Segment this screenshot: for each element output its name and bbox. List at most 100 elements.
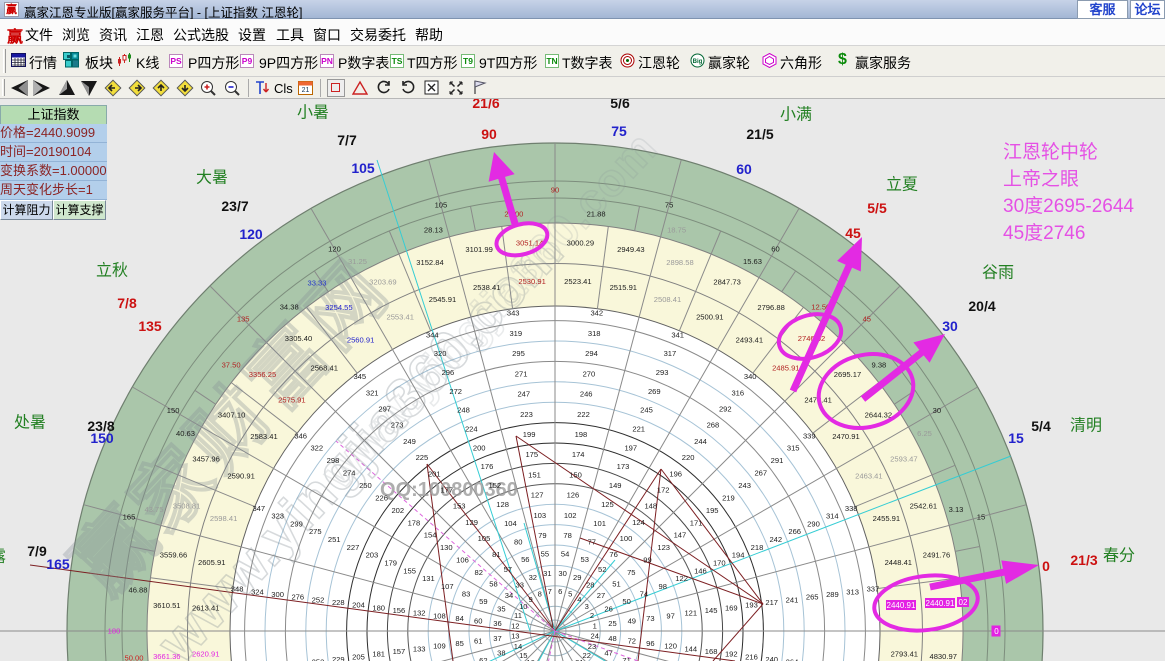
- svg-text:324: 324: [251, 587, 264, 596]
- svg-text:02: 02: [959, 598, 968, 607]
- svg-text:226: 226: [375, 493, 388, 502]
- svg-text:337: 337: [867, 585, 880, 594]
- svg-text:18.75: 18.75: [667, 226, 686, 235]
- svg-text:165: 165: [46, 556, 70, 572]
- svg-text:2605.91: 2605.91: [198, 558, 225, 567]
- svg-text:21/3: 21/3: [1070, 552, 1097, 568]
- svg-text:276: 276: [291, 593, 304, 602]
- svg-text:29: 29: [573, 573, 581, 582]
- svg-text:33: 33: [515, 581, 523, 590]
- svg-text:8: 8: [538, 590, 542, 599]
- svg-text:61: 61: [474, 637, 482, 646]
- svg-text:120: 120: [239, 226, 263, 242]
- svg-text:12: 12: [511, 621, 519, 630]
- svg-text:196: 196: [669, 469, 682, 478]
- svg-text:小满: 小满: [780, 106, 812, 124]
- svg-text:175: 175: [525, 450, 538, 459]
- svg-text:2440.91: 2440.91: [926, 599, 955, 608]
- svg-text:10: 10: [519, 602, 527, 611]
- svg-text:2448.41: 2448.41: [885, 558, 912, 567]
- svg-text:3356.25: 3356.25: [249, 370, 276, 379]
- svg-text:2553.41: 2553.41: [386, 313, 413, 322]
- svg-text:316: 316: [731, 388, 744, 397]
- svg-text:150: 150: [569, 470, 582, 479]
- svg-text:106: 106: [456, 556, 469, 565]
- svg-text:7/7: 7/7: [337, 132, 357, 148]
- svg-text:273: 273: [391, 421, 404, 430]
- svg-text:45: 45: [845, 225, 861, 241]
- svg-text:2590.91: 2590.91: [227, 472, 254, 481]
- svg-text:197: 197: [624, 443, 637, 452]
- svg-text:342: 342: [590, 309, 603, 318]
- svg-text:2545.91: 2545.91: [429, 295, 456, 304]
- svg-text:156: 156: [393, 606, 406, 615]
- svg-text:243: 243: [738, 481, 751, 490]
- svg-text:323: 323: [271, 512, 284, 521]
- svg-text:0: 0: [994, 627, 999, 636]
- svg-text:2949.43: 2949.43: [617, 245, 644, 254]
- svg-text:344: 344: [426, 330, 439, 339]
- svg-text:84: 84: [455, 614, 463, 623]
- svg-text:145: 145: [705, 606, 718, 615]
- svg-text:47: 47: [604, 649, 612, 658]
- svg-text:2560.91: 2560.91: [347, 336, 374, 345]
- svg-text:3203.69: 3203.69: [369, 278, 396, 287]
- svg-text:193: 193: [745, 601, 758, 610]
- svg-text:36: 36: [493, 619, 501, 628]
- svg-text:109: 109: [433, 642, 446, 651]
- svg-text:75: 75: [627, 568, 635, 577]
- svg-text:221: 221: [632, 425, 645, 434]
- svg-text:251: 251: [328, 535, 341, 544]
- svg-text:31.25: 31.25: [348, 257, 367, 266]
- svg-text:148: 148: [644, 502, 657, 511]
- svg-text:219: 219: [722, 493, 735, 502]
- svg-text:37.50: 37.50: [222, 361, 241, 370]
- svg-text:2523.41: 2523.41: [564, 277, 591, 286]
- svg-text:154: 154: [424, 531, 437, 540]
- svg-text:272: 272: [449, 387, 462, 396]
- svg-text:51: 51: [612, 579, 620, 588]
- svg-text:76: 76: [609, 550, 617, 559]
- svg-text:谷雨: 谷雨: [982, 264, 1014, 282]
- svg-text:28: 28: [586, 581, 594, 590]
- svg-text:Big: Big: [693, 59, 703, 65]
- svg-text:298: 298: [327, 456, 340, 465]
- svg-text:85: 85: [455, 639, 463, 648]
- svg-text:大暑: 大暑: [196, 169, 228, 187]
- svg-text:105: 105: [478, 534, 491, 543]
- svg-text:81: 81: [492, 550, 500, 559]
- svg-text:122: 122: [675, 574, 688, 583]
- svg-text:82: 82: [474, 568, 482, 577]
- svg-text:157: 157: [393, 647, 406, 656]
- svg-text:171: 171: [690, 518, 703, 527]
- svg-text:2598.41: 2598.41: [210, 514, 237, 523]
- svg-text:46.88: 46.88: [128, 585, 147, 594]
- svg-text:52: 52: [598, 565, 606, 574]
- svg-text:54: 54: [561, 550, 569, 559]
- svg-text:340: 340: [744, 372, 757, 381]
- svg-text:339: 339: [803, 431, 816, 440]
- svg-text:105: 105: [351, 160, 375, 176]
- svg-text:7/8: 7/8: [117, 295, 137, 311]
- svg-text:150: 150: [167, 406, 180, 415]
- svg-text:178: 178: [408, 518, 421, 527]
- svg-text:2491.76: 2491.76: [923, 551, 950, 560]
- svg-text:299: 299: [290, 519, 303, 528]
- svg-text:3610.51: 3610.51: [153, 601, 180, 610]
- svg-text:290: 290: [807, 519, 820, 528]
- svg-text:31: 31: [543, 569, 551, 578]
- svg-text:125: 125: [601, 500, 614, 509]
- svg-text:43.75: 43.75: [144, 505, 163, 514]
- svg-text:2613.41: 2613.41: [192, 604, 219, 613]
- svg-text:30: 30: [942, 318, 958, 334]
- svg-text:205: 205: [352, 652, 365, 661]
- svg-text:296: 296: [442, 368, 455, 377]
- svg-text:21/5: 21/5: [746, 126, 773, 142]
- svg-text:90: 90: [551, 186, 559, 195]
- svg-text:100: 100: [620, 534, 633, 543]
- svg-text:2793.41: 2793.41: [891, 649, 918, 658]
- svg-text:217: 217: [765, 598, 778, 607]
- svg-text:2538.41: 2538.41: [473, 283, 500, 292]
- svg-text:132: 132: [413, 609, 426, 618]
- svg-text:135: 135: [138, 318, 162, 334]
